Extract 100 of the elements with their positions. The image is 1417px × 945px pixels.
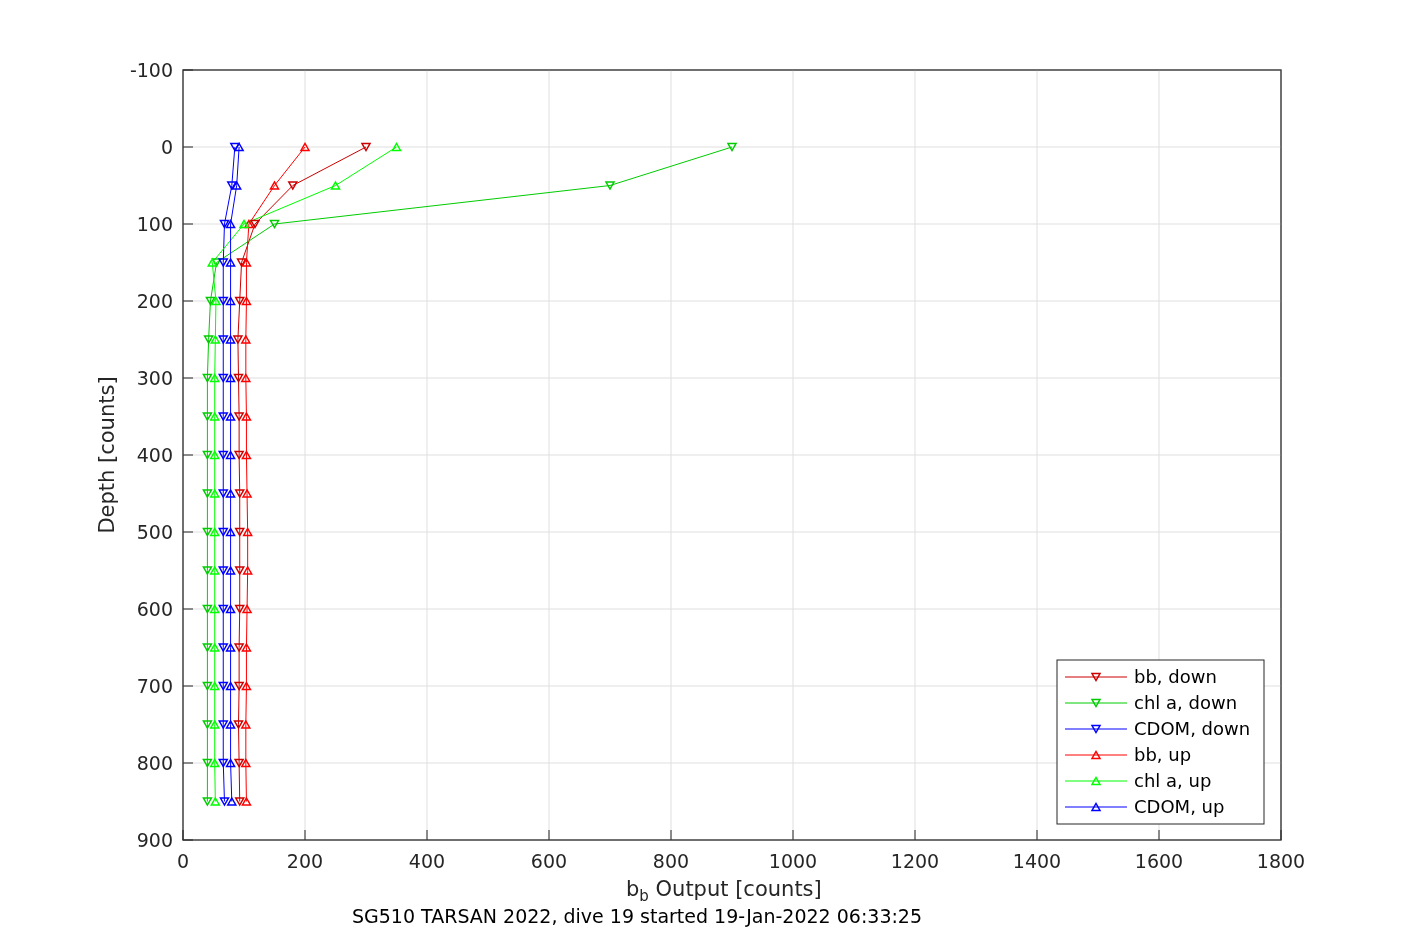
- legend-line-icon: [1064, 776, 1128, 786]
- data-point: [209, 719, 220, 729]
- data-point: [233, 643, 245, 653]
- data-point: [234, 489, 246, 499]
- data-point: [234, 604, 246, 614]
- data-point: [269, 180, 280, 190]
- data-point: [234, 527, 246, 537]
- y-axis-label: Depth [counts]: [95, 376, 119, 534]
- data-point: [225, 719, 236, 729]
- data-point: [211, 258, 222, 268]
- data-point: [233, 450, 245, 460]
- data-point: [391, 142, 402, 152]
- data-point: [225, 257, 236, 267]
- data-point: [225, 296, 236, 306]
- data-point: [209, 450, 220, 460]
- x-axis-label: b$_{b}$ Output [counts]: [626, 879, 822, 905]
- tick-label: 400: [408, 850, 446, 872]
- data-point: [233, 720, 244, 730]
- data-point: [207, 257, 218, 267]
- tick-label: 600: [530, 850, 568, 872]
- data-point: [225, 681, 236, 691]
- data-point: [202, 450, 213, 460]
- data-point: [229, 142, 241, 152]
- data-point: [287, 181, 299, 191]
- data-point: [249, 219, 261, 229]
- legend-label: chl a, down: [1134, 692, 1238, 713]
- data-point: [202, 527, 213, 537]
- tick-label: 1800: [1256, 850, 1306, 872]
- data-point: [330, 180, 341, 190]
- tick-label: 800: [136, 752, 173, 774]
- tick-label: 1600: [1134, 850, 1184, 872]
- data-point: [242, 565, 253, 575]
- data-point: [210, 334, 221, 344]
- data-point: [209, 373, 220, 383]
- data-point: [233, 681, 245, 691]
- data-point: [726, 142, 738, 152]
- legend-label: bb, down: [1134, 666, 1217, 687]
- tick-label: 500: [136, 521, 173, 543]
- data-point: [217, 450, 229, 460]
- data-point: [226, 181, 238, 191]
- data-point: [209, 604, 220, 614]
- data-point: [217, 258, 229, 268]
- legend-line-icon: [1064, 698, 1128, 708]
- legend-line-icon: [1064, 802, 1128, 812]
- legend-label: CDOM, down: [1134, 718, 1251, 739]
- data-point: [217, 566, 229, 576]
- data-point: [202, 643, 213, 653]
- data-point: [243, 219, 255, 229]
- data-point: [360, 142, 372, 152]
- tick-label: 100: [136, 213, 173, 235]
- data-point: [225, 411, 236, 421]
- data-point: [225, 334, 236, 344]
- data-point: [225, 758, 236, 768]
- data-point: [240, 719, 252, 729]
- data-point: [217, 373, 229, 383]
- data-point: [219, 219, 230, 229]
- legend-label: CDOM, up: [1134, 796, 1225, 817]
- tick-label: -100: [129, 59, 173, 81]
- data-point: [202, 412, 213, 422]
- data-point: [225, 219, 236, 229]
- data-point: [217, 412, 229, 422]
- data-point: [217, 489, 229, 499]
- data-point: [233, 142, 245, 152]
- data-point: [240, 334, 252, 344]
- tick-label: 1200: [890, 850, 940, 872]
- data-point: [210, 296, 222, 306]
- data-point: [241, 257, 252, 267]
- data-point: [209, 411, 220, 421]
- data-point: [202, 489, 213, 499]
- data-point: [238, 219, 250, 229]
- data-point: [234, 797, 246, 807]
- tick-label: 800: [652, 850, 690, 872]
- data-point: [205, 296, 216, 306]
- data-point: [240, 758, 252, 768]
- tick-label: 600: [136, 598, 173, 620]
- data-point: [217, 604, 229, 614]
- tick-label: 0: [176, 850, 190, 872]
- data-point: [233, 758, 245, 768]
- data-point: [209, 642, 220, 652]
- data-point: [241, 296, 252, 306]
- tick-label: 200: [286, 850, 324, 872]
- data-point: [241, 642, 252, 652]
- data-point: [202, 566, 213, 576]
- tick-label: 1400: [1012, 850, 1062, 872]
- data-point: [241, 411, 252, 421]
- data-point: [202, 604, 213, 614]
- legend-line-icon: [1064, 724, 1128, 734]
- data-point: [604, 181, 616, 191]
- data-point: [241, 681, 252, 691]
- data-point: [203, 335, 214, 345]
- data-point: [225, 527, 236, 537]
- data-point: [234, 296, 246, 306]
- data-point: [233, 373, 244, 383]
- data-point: [217, 681, 229, 691]
- data-point: [202, 681, 213, 691]
- data-point: [209, 681, 220, 691]
- legend-line-icon: [1064, 672, 1128, 682]
- data-point: [217, 527, 229, 537]
- data-point: [209, 565, 220, 575]
- tick-label: 300: [136, 367, 173, 389]
